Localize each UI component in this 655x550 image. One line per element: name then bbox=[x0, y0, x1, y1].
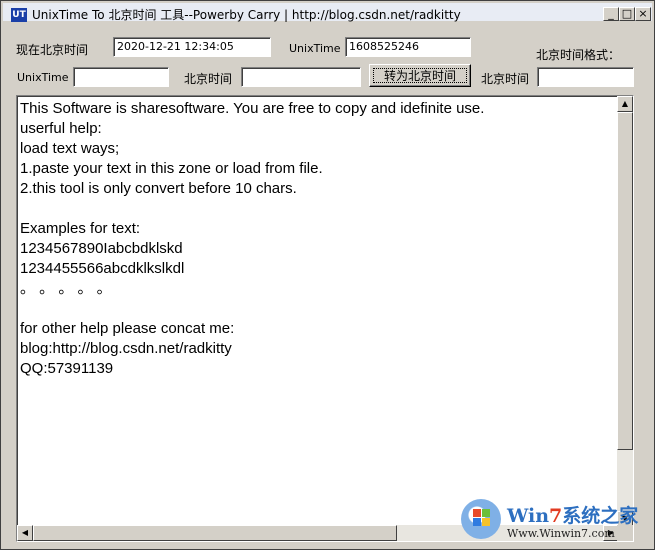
watermark: Win7系统之家 Www.Winwin7.com bbox=[457, 495, 653, 547]
app-icon: UT bbox=[11, 8, 27, 22]
unixtime-input-label: UnixTime bbox=[17, 71, 69, 84]
editor-text[interactable]: This Software is sharesoftware. You are … bbox=[20, 99, 484, 379]
window-title: UnixTime To 北京时间 工具--Powerby Carry | htt… bbox=[32, 8, 461, 22]
main-window: UT UnixTime To 北京时间 工具--Powerby Carry | … bbox=[0, 0, 655, 550]
beijing-now-label: 现在北京时间 bbox=[16, 43, 89, 57]
scroll-left-icon[interactable]: ◀ bbox=[17, 525, 33, 541]
horizontal-scroll-thumb[interactable] bbox=[33, 525, 397, 541]
beijing-input-label: 北京时间 bbox=[184, 72, 233, 86]
vertical-scroll-thumb[interactable] bbox=[617, 112, 633, 450]
watermark-url: Www.Winwin7.com bbox=[507, 527, 615, 540]
windows-logo-icon bbox=[461, 499, 501, 539]
unixtime-now-label: UnixTime bbox=[289, 42, 341, 55]
scroll-up-icon[interactable]: ▲ bbox=[617, 96, 633, 112]
text-editor[interactable]: This Software is sharesoftware. You are … bbox=[16, 95, 634, 542]
beijing-output-label: 北京时间 bbox=[481, 72, 530, 86]
beijing-format-label: 北京时间格式： bbox=[536, 48, 621, 62]
vertical-scrollbar[interactable]: ▲ ▼ bbox=[617, 96, 633, 527]
minimize-button[interactable]: _ bbox=[603, 7, 619, 21]
close-button[interactable]: × bbox=[635, 7, 651, 21]
title-bar[interactable]: UT UnixTime To 北京时间 工具--Powerby Carry | … bbox=[3, 3, 652, 22]
beijing-output-field[interactable] bbox=[537, 67, 634, 87]
convert-button-label: 转为北京时间 bbox=[373, 68, 467, 83]
maximize-button[interactable]: □ bbox=[619, 7, 635, 21]
beijing-now-field[interactable]: 2020-12-21 12:34:05 bbox=[113, 37, 271, 57]
unixtime-now-field[interactable]: 1608525246 bbox=[345, 37, 471, 57]
watermark-brand: Win7系统之家 bbox=[507, 505, 639, 527]
unixtime-input[interactable] bbox=[73, 67, 169, 87]
convert-to-beijing-button[interactable]: 转为北京时间 bbox=[369, 64, 471, 87]
beijing-input[interactable] bbox=[241, 67, 361, 87]
